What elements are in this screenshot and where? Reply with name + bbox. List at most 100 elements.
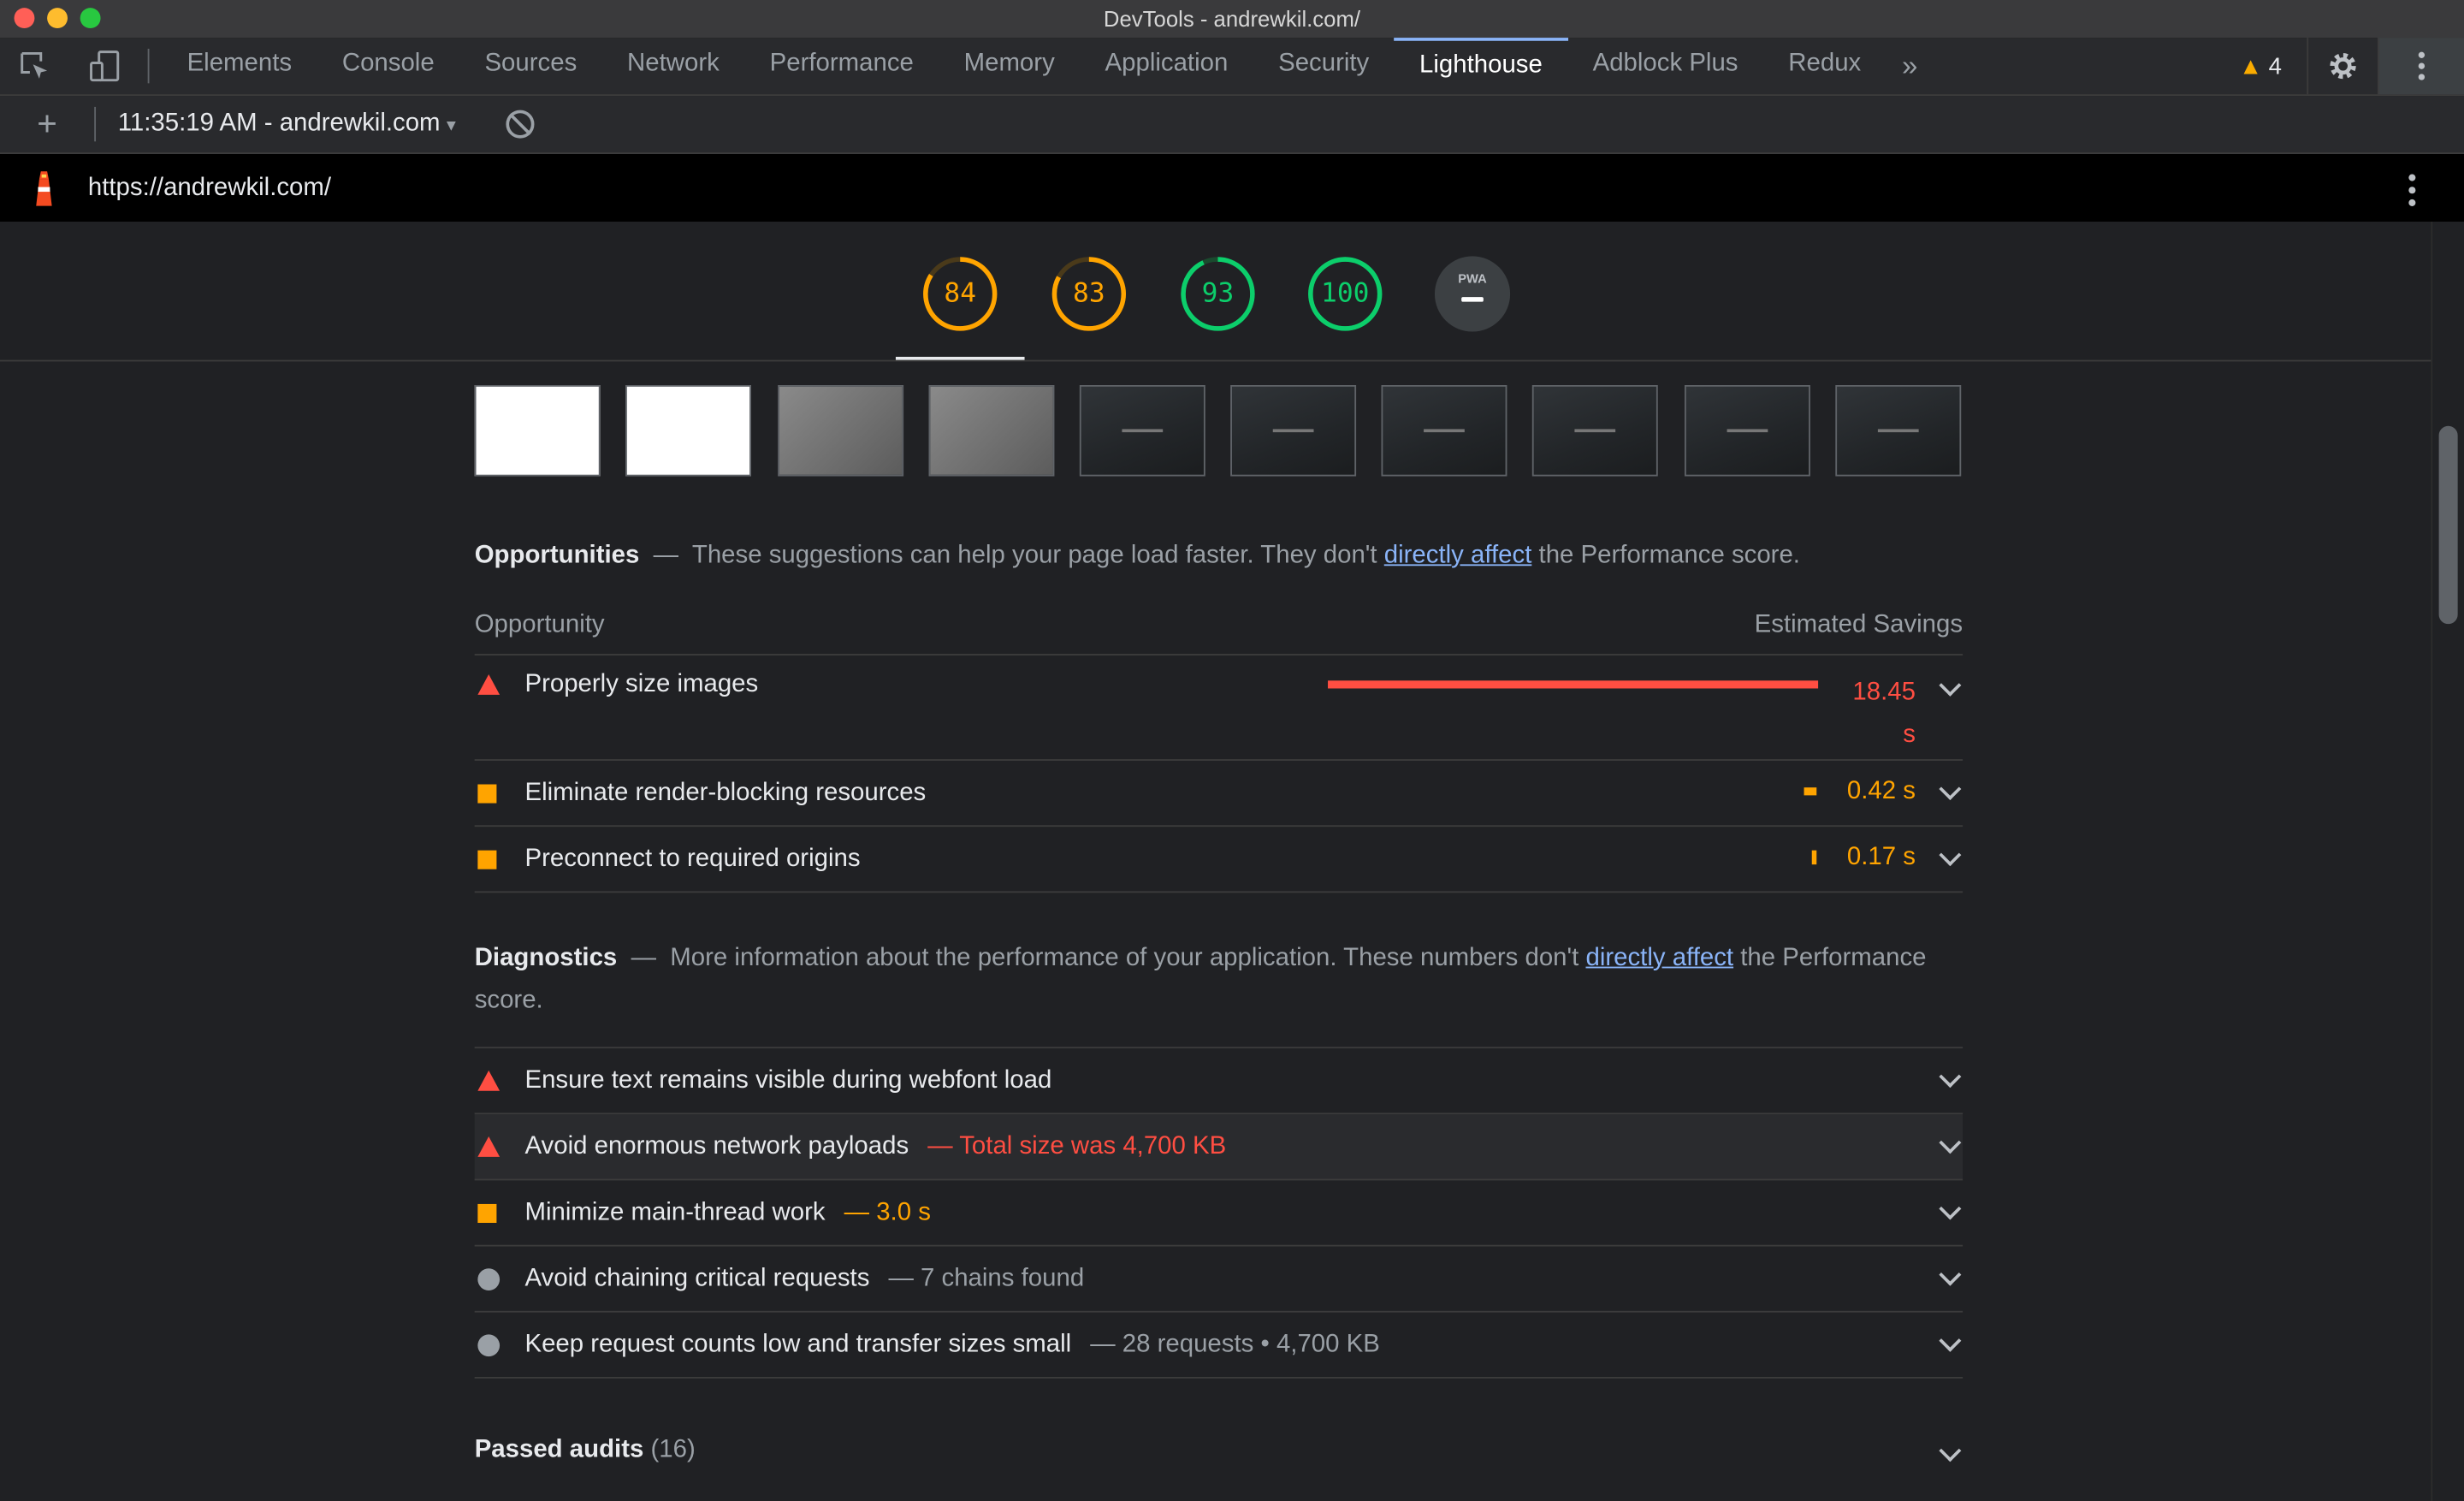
filmstrip-frame: [474, 384, 601, 477]
chevron-down-icon[interactable]: [1939, 1197, 1962, 1220]
filmstrip-frame: [625, 384, 751, 477]
tab-console[interactable]: Console: [317, 38, 459, 94]
diagnostic-label: Minimize main-thread work: [524, 1198, 826, 1225]
report-selector[interactable]: 11:35:19 AM - andrewkil.com ▼: [94, 106, 459, 142]
tab-elements[interactable]: Elements: [162, 38, 317, 94]
settings-gear-icon[interactable]: [2307, 38, 2378, 95]
chevron-down-icon[interactable]: [1939, 1065, 1962, 1089]
accessibility-score: 83: [1073, 278, 1105, 310]
accessibility-score-gauge[interactable]: 83: [1051, 256, 1127, 331]
filmstrip-frame: [1230, 384, 1357, 477]
customize-menu-icon[interactable]: [2377, 38, 2464, 95]
tab-application[interactable]: Application: [1080, 38, 1253, 94]
opportunity-row-render-blocking[interactable]: Eliminate render-blocking resources 0.42…: [474, 761, 1964, 828]
diagnostics-description: More information about the performance o…: [670, 944, 1579, 972]
fail-triangle-icon: [475, 673, 525, 695]
diagnostic-row-network-payloads[interactable]: Avoid enormous network payloads — Total …: [474, 1114, 1964, 1181]
seo-score-gauge[interactable]: 100: [1307, 256, 1383, 331]
opportunity-label: Properly size images: [524, 671, 759, 698]
chevron-down-icon[interactable]: [1939, 1439, 1962, 1462]
diagnostics-link[interactable]: directly affect: [1585, 945, 1733, 971]
tab-adblock-plus[interactable]: Adblock Plus: [1567, 38, 1763, 94]
performance-audits: Opportunities — These suggestions can he…: [474, 534, 1964, 1379]
performance-score: 84: [944, 278, 977, 310]
savings-bar: [1811, 850, 1817, 865]
report-menu-icon[interactable]: [2408, 173, 2417, 216]
new-report-plus-icon[interactable]: +: [0, 104, 94, 145]
inspect-element-icon[interactable]: [0, 38, 69, 94]
filmstrip-frame: [1684, 384, 1810, 477]
chevron-down-icon[interactable]: [1939, 1263, 1962, 1286]
opportunity-label: Eliminate render-blocking resources: [524, 779, 927, 806]
chevron-down-icon[interactable]: [1939, 778, 1962, 801]
tab-redux[interactable]: Redux: [1763, 38, 1886, 94]
warnings-count: 4: [2268, 52, 2282, 80]
filmstrip-frame: [1835, 384, 1962, 477]
chevron-down-icon[interactable]: [1939, 673, 1962, 697]
best-practices-score-gauge[interactable]: 93: [1180, 256, 1255, 331]
diagnostic-row-critical-chains[interactable]: Avoid chaining critical requests — 7 cha…: [474, 1247, 1964, 1313]
opportunity-row-preconnect[interactable]: Preconnect to required origins 0.17 s: [474, 827, 1964, 893]
info-circle-icon: [475, 1333, 525, 1356]
diagnostic-label: Avoid enormous network payloads: [524, 1132, 909, 1160]
more-tabs-icon[interactable]: »: [1886, 50, 1934, 83]
zoom-window-button[interactable]: [80, 8, 101, 29]
diagnostic-detail: — 3.0 s: [844, 1198, 931, 1225]
chevron-down-icon[interactable]: [1939, 1329, 1962, 1352]
warning-icon: ▲: [2238, 52, 2263, 80]
diagnostics-title: Diagnostics: [474, 944, 618, 972]
chevron-down-icon: ▼: [443, 117, 459, 135]
pwa-badge[interactable]: PWA: [1434, 256, 1511, 332]
opportunities-link[interactable]: directly affect: [1384, 543, 1532, 569]
opportunity-column-header: Opportunity: [474, 611, 605, 638]
diagnostic-row-request-counts[interactable]: Keep request counts low and transfer siz…: [474, 1313, 1964, 1379]
pwa-dash-icon: [1461, 297, 1484, 302]
tab-lighthouse[interactable]: Lighthouse: [1394, 38, 1568, 94]
diagnostics-header: Diagnostics — More information about the…: [475, 937, 1963, 1022]
chevron-down-icon[interactable]: [1939, 844, 1962, 867]
opportunity-row-properly-size-images[interactable]: Properly size images 18.45 s: [474, 656, 1964, 761]
opportunities-description-end: the Performance score.: [1538, 542, 1800, 569]
diagnostic-label: Ensure text remains visible during webfo…: [524, 1066, 1052, 1094]
passed-audits-toggle[interactable]: Passed audits (16): [475, 1437, 1963, 1478]
savings-unit: s: [1903, 721, 1916, 749]
diagnostic-row-main-thread[interactable]: Minimize main-thread work — 3.0 s: [474, 1180, 1964, 1247]
lighthouse-logo-icon: [0, 169, 88, 206]
window-titlebar: DevTools - andrewkil.com/: [0, 0, 2464, 39]
average-square-icon: [475, 1203, 525, 1223]
scrollbar-thumb[interactable]: [2438, 425, 2458, 625]
diagnostic-detail: — 7 chains found: [888, 1264, 1085, 1291]
close-window-button[interactable]: [14, 8, 35, 29]
savings-number: 18.45: [1852, 679, 1916, 706]
diagnostic-detail: — Total size was 4,700 KB: [927, 1132, 1227, 1160]
device-toolbar-icon[interactable]: [69, 38, 139, 94]
filmstrip-frame: [1079, 384, 1205, 477]
chevron-down-icon[interactable]: [1939, 1131, 1962, 1154]
clear-reports-icon[interactable]: [506, 110, 535, 139]
devtools-window: DevTools - andrewkil.com/ Elements Conso…: [0, 0, 2464, 1501]
tab-memory[interactable]: Memory: [939, 38, 1080, 94]
tab-network[interactable]: Network: [602, 38, 745, 94]
average-square-icon: [475, 783, 525, 803]
passed-audits-label: Passed audits: [474, 1436, 644, 1463]
lighthouse-toolbar: + 11:35:19 AM - andrewkil.com ▼: [0, 96, 2464, 154]
warnings-counter[interactable]: ▲ 4: [2224, 53, 2307, 80]
fail-triangle-icon: [475, 1136, 525, 1157]
score-header: 84 83 93 100 PWA: [0, 222, 2433, 362]
tab-performance[interactable]: Performance: [744, 38, 939, 94]
minimize-window-button[interactable]: [47, 8, 68, 29]
tab-security[interactable]: Security: [1253, 38, 1395, 94]
passed-audits-count: (16): [650, 1436, 696, 1463]
opportunities-dash: —: [653, 542, 679, 569]
report-url-bar: https://andrewkil.com/: [0, 153, 2464, 222]
pwa-label: PWA: [1458, 271, 1487, 287]
tab-sources[interactable]: Sources: [459, 38, 602, 94]
diagnostic-label: Keep request counts low and transfer siz…: [524, 1330, 1072, 1358]
filmstrip-frame: [928, 384, 1055, 477]
best-practices-score: 93: [1201, 278, 1235, 310]
opportunities-description: These suggestions can help your page loa…: [691, 542, 1377, 569]
vertical-scrollbar[interactable]: [2431, 221, 2464, 1501]
diagnostic-row-webfont[interactable]: Ensure text remains visible during webfo…: [474, 1048, 1964, 1115]
performance-score-gauge[interactable]: 84: [922, 256, 998, 331]
opportunities-columns: Opportunity Estimated Savings: [474, 611, 1964, 656]
